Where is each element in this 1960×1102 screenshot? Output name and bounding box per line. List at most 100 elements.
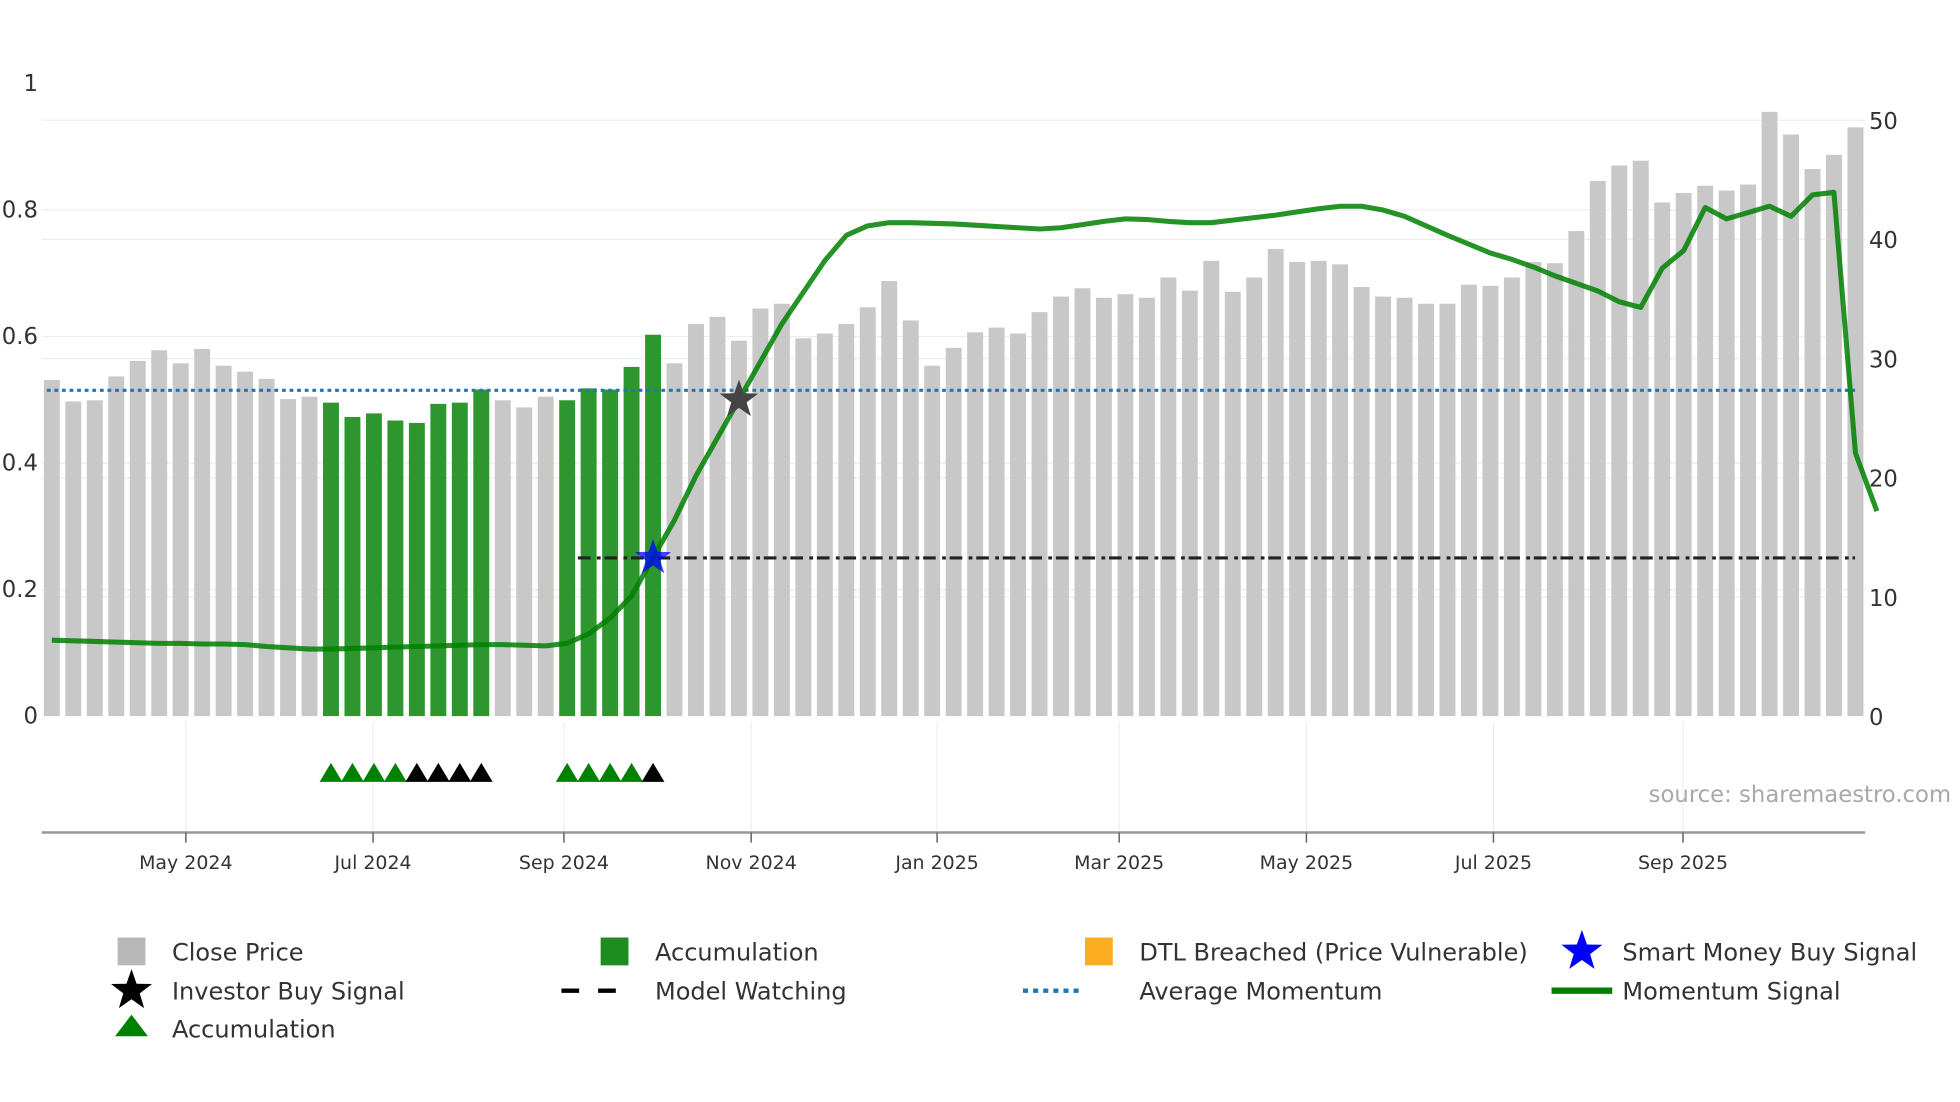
x-axis-tick-label: May 2025 — [1260, 852, 1354, 874]
close-price-bar — [108, 376, 125, 717]
close-price-bar — [172, 363, 189, 717]
close-price-bar — [1697, 185, 1714, 717]
accumulation-triangle-black — [426, 762, 450, 782]
accumulation-bar — [365, 413, 382, 717]
legend-label: Momentum Signal — [1622, 978, 1840, 1006]
legend-triangle-icon — [115, 1014, 148, 1037]
momentum-chart: 00.20.40.60.8101020304050May 2024 Jul 202… — [2, 71, 1951, 1043]
left-axis-tick-label: 1 — [23, 71, 37, 97]
x-axis-tick-label: Jan 2025 — [894, 852, 979, 874]
legend-item: Smart Money Buy Signal — [1561, 929, 1917, 969]
close-price-bar — [688, 323, 704, 717]
legend: Close Price Accumulation DTL Breached (Pri… — [111, 929, 1917, 1043]
close-price-bar — [1138, 297, 1155, 717]
left-axis-tick-label: 0.6 — [2, 324, 38, 350]
accumulation-bar — [430, 403, 447, 717]
legend-square-icon — [1084, 937, 1113, 966]
x-axis-tick-label: Jul 2024 — [333, 852, 411, 874]
close-price-bar — [1503, 277, 1520, 717]
legend-star-icon — [111, 969, 152, 1009]
close-price-bar — [86, 400, 103, 717]
legend-item: Close Price — [117, 937, 304, 966]
close-price-bar — [1740, 184, 1757, 717]
close-price-bar — [1353, 287, 1370, 717]
accumulation-bar — [323, 402, 339, 717]
legend-label: Smart Money Buy Signal — [1622, 938, 1917, 966]
close-price-bar — [1589, 180, 1606, 717]
accumulation-triangle-black — [469, 762, 493, 782]
close-price-bars — [43, 111, 1864, 717]
x-axis-tick-label: Sep 2025 — [1638, 852, 1728, 874]
close-price-bar — [151, 350, 168, 717]
close-price-bar — [258, 378, 275, 717]
x-axis-tick-label: Sep 2024 — [519, 852, 609, 874]
close-price-bar — [537, 396, 554, 717]
close-price-bar — [1246, 277, 1263, 717]
close-price-bar — [1439, 303, 1456, 717]
legend-item: Model Watching — [561, 978, 847, 1006]
right-axis-tick-label: 50 — [1869, 109, 1898, 135]
legend-label: DTL Breached (Price Vulnerable) — [1139, 938, 1527, 966]
close-price-bar — [1289, 262, 1306, 717]
close-price-bar — [1095, 297, 1112, 717]
close-price-bar — [1203, 260, 1220, 717]
legend-item: Accumulation — [600, 937, 819, 966]
x-axis-tick-label: Mar 2025 — [1074, 852, 1164, 874]
close-price-bar — [1761, 111, 1778, 717]
legend-item: Momentum Signal — [1551, 978, 1841, 1006]
close-price-bar — [494, 400, 511, 717]
accumulation-triangle — [555, 762, 579, 782]
close-price-bar — [1418, 303, 1434, 717]
left-axis-tick-label: 0.4 — [2, 451, 38, 477]
close-price-bar — [1160, 277, 1177, 717]
close-price-bar — [1718, 190, 1735, 717]
close-price-bar — [129, 360, 146, 717]
close-price-bar — [1267, 248, 1284, 717]
close-price-bar — [1525, 262, 1542, 717]
legend-label: Model Watching — [655, 978, 847, 1006]
close-price-bar — [945, 347, 962, 717]
close-price-bar — [1546, 263, 1563, 717]
close-price-bar — [301, 396, 318, 717]
close-price-bar — [795, 338, 812, 717]
close-price-bar — [43, 380, 60, 717]
legend-label: Accumulation — [655, 938, 819, 966]
right-axis-tick-label: 30 — [1869, 347, 1898, 373]
accumulation-triangle — [362, 762, 386, 782]
close-price-bar — [902, 320, 919, 717]
close-price-bar — [773, 303, 790, 717]
legend-item: Investor Buy Signal — [111, 969, 405, 1009]
x-axis-tick-label: Nov 2024 — [706, 852, 797, 874]
close-price-bar — [1224, 291, 1241, 717]
close-price-bar — [1632, 160, 1649, 717]
close-price-bar — [1611, 165, 1628, 717]
close-price-bar — [666, 363, 683, 717]
close-price-bar — [1482, 285, 1499, 717]
right-axis-tick-label: 0 — [1869, 705, 1883, 731]
close-price-bar — [1396, 297, 1413, 717]
right-axis-tick-label: 40 — [1869, 228, 1898, 254]
close-price-bar — [1181, 290, 1198, 717]
accumulation-bar — [387, 420, 404, 717]
close-price-bar — [709, 316, 726, 717]
left-axis-tick-label: 0.8 — [2, 198, 38, 224]
accumulation-bar — [344, 416, 361, 717]
source-label: source: sharemaestro.com — [1649, 782, 1951, 808]
x-axis-tick-label: May 2024 — [139, 852, 233, 874]
close-price-bar — [1332, 264, 1349, 717]
close-price-bar — [1568, 231, 1585, 717]
close-price-bar — [988, 327, 1005, 717]
legend-label: Accumulation — [172, 1015, 336, 1043]
accumulation-triangle — [384, 762, 407, 782]
accumulation-bar — [645, 334, 662, 717]
accumulation-bar — [559, 400, 576, 717]
left-axis-tick-label: 0 — [23, 704, 37, 730]
close-price-bar — [280, 399, 296, 717]
close-price-bar — [1053, 296, 1069, 717]
accumulation-bar — [473, 389, 490, 717]
legend-star-icon — [1561, 929, 1603, 969]
close-price-bar — [1675, 192, 1692, 717]
accumulation-bar — [451, 402, 468, 717]
close-price-bar — [1460, 284, 1477, 717]
close-price-bar — [1117, 294, 1134, 717]
